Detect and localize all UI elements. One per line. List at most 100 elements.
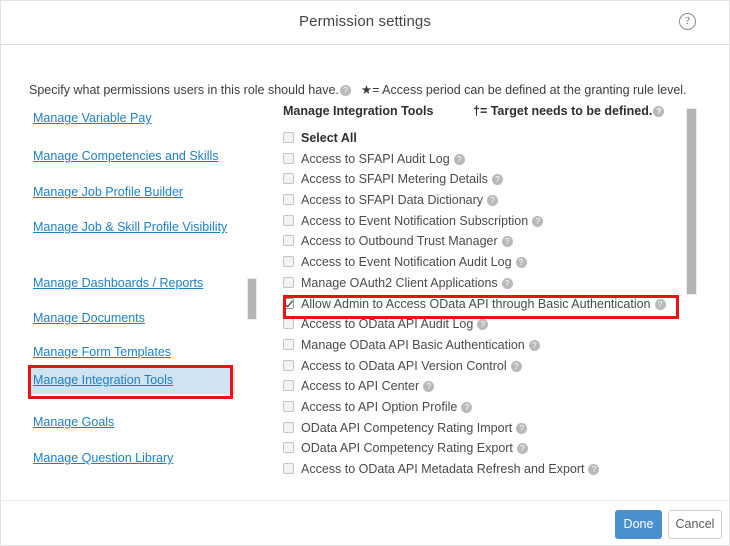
info-icon[interactable]: ? (532, 216, 543, 227)
permission-group-title: Manage Integration Tools (283, 104, 433, 118)
sidebar-item-manage-job-profile-builder[interactable]: Manage Job Profile Builder (33, 184, 233, 201)
permission-label: Select All (301, 131, 357, 145)
info-icon[interactable]: ? (588, 464, 599, 475)
info-icon[interactable]: ? (502, 278, 513, 289)
permission-row[interactable]: Access to API Option Profile? (283, 400, 683, 421)
star-note: ★= Access period can be defined at the g… (361, 83, 687, 97)
dagger-note: †= Target needs to be defined.? (473, 104, 665, 118)
sidebar-item-manage-question-library[interactable]: Manage Question Library (33, 450, 233, 467)
cancel-button[interactable]: Cancel (668, 510, 722, 539)
sidebar-item-manage-competencies-and-skills[interactable]: Manage Competencies and Skills (33, 148, 233, 165)
info-icon[interactable]: ? (477, 319, 488, 330)
permission-row[interactable]: Access to Event Notification Subscriptio… (283, 214, 683, 235)
info-icon[interactable]: ? (653, 106, 664, 117)
checkbox-unchecked[interactable] (283, 442, 294, 453)
checkbox-unchecked[interactable] (283, 153, 294, 164)
info-icon[interactable]: ? (511, 361, 522, 372)
permission-row[interactable]: Access to API Center? (283, 379, 683, 400)
permission-row[interactable]: Access to SFAPI Data Dictionary? (283, 193, 683, 214)
permission-label: Manage OAuth2 Client Applications (301, 276, 498, 290)
permission-label: Access to Outbound Trust Manager (301, 234, 498, 248)
checkbox-unchecked[interactable] (283, 277, 294, 288)
checkbox-unchecked[interactable] (283, 215, 294, 226)
sidebar-item-label: Manage Integration Tools (33, 373, 173, 387)
info-icon[interactable]: ? (492, 174, 503, 185)
checkbox-unchecked[interactable] (283, 422, 294, 433)
sidebar-item-label: Manage Documents (33, 311, 145, 325)
sidebar-scrollbar-thumb[interactable] (247, 278, 257, 320)
sidebar-item-manage-documents[interactable]: Manage Documents (33, 310, 233, 327)
dagger-note-text: †= Target needs to be defined. (473, 104, 652, 118)
checkbox-unchecked[interactable] (283, 401, 294, 412)
permission-label: Access to SFAPI Metering Details (301, 172, 488, 186)
permission-row[interactable]: Access to Outbound Trust Manager? (283, 234, 683, 255)
sidebar-item-label: Manage Form Templates (33, 345, 171, 359)
info-icon[interactable]: ? (655, 299, 666, 310)
permission-label: Access to Event Notification Subscriptio… (301, 214, 528, 228)
permission-checkbox-list: Select AllAccess to SFAPI Audit Log?Acce… (283, 131, 683, 482)
info-icon[interactable]: ? (516, 257, 527, 268)
info-icon[interactable]: ? (340, 85, 351, 96)
checkbox-checked[interactable] (283, 298, 294, 309)
info-icon[interactable]: ? (502, 236, 513, 247)
checkbox-unchecked[interactable] (283, 173, 294, 184)
permission-label: OData API Competency Rating Import (301, 421, 512, 435)
permission-row[interactable]: Manage OAuth2 Client Applications? (283, 276, 683, 297)
permission-label: Access to SFAPI Data Dictionary (301, 193, 483, 207)
sidebar-item-manage-goals[interactable]: Manage Goals (33, 414, 233, 431)
permission-label: Manage OData API Basic Authentication (301, 338, 525, 352)
help-circle-icon[interactable]: ? (679, 13, 696, 30)
intro-text: Specify what permissions users in this r… (29, 83, 339, 97)
sidebar-item-label: Manage Question Library (33, 451, 173, 465)
info-icon[interactable]: ? (454, 154, 465, 165)
permission-row[interactable]: Access to SFAPI Audit Log? (283, 152, 683, 173)
permission-row[interactable]: OData API Competency Rating Export? (283, 441, 683, 462)
permission-row[interactable]: Access to OData API Audit Log? (283, 317, 683, 338)
sidebar-item-label: Manage Dashboards / Reports (33, 276, 203, 290)
info-icon[interactable]: ? (423, 381, 434, 392)
permission-settings-dialog: Permission settings ? Specify what permi… (0, 0, 730, 546)
info-icon[interactable]: ? (516, 423, 527, 434)
permission-label: OData API Competency Rating Export (301, 441, 513, 455)
sidebar-item-manage-job-skill-profile-visibility[interactable]: Manage Job & Skill Profile Visibility (33, 219, 233, 236)
sidebar-item-label: Manage Variable Pay (33, 111, 152, 125)
permission-row[interactable]: Access to OData API Metadata Refresh and… (283, 462, 683, 482)
category-sidebar: Manage Variable Pay Manage Competencies a… (0, 100, 258, 478)
permission-row[interactable]: Access to Event Notification Audit Log? (283, 255, 683, 276)
permissions-panel: Manage Integration Tools †= Target needs… (283, 104, 683, 482)
checkbox-unchecked[interactable] (283, 235, 294, 246)
info-icon[interactable]: ? (529, 340, 540, 351)
checkbox-unchecked[interactable] (283, 360, 294, 371)
intro-description: Specify what permissions users in this r… (29, 82, 687, 97)
permission-label: Access to OData API Version Control (301, 359, 507, 373)
permission-row[interactable]: Select All (283, 131, 683, 152)
permission-row[interactable]: Allow Admin to Access OData API through … (283, 297, 683, 318)
sidebar-item-manage-dashboards-reports[interactable]: Manage Dashboards / Reports (33, 275, 233, 292)
info-icon[interactable]: ? (487, 195, 498, 206)
sidebar-item-manage-form-templates[interactable]: Manage Form Templates (33, 344, 233, 361)
permission-label: Access to API Center (301, 379, 419, 393)
permission-row[interactable]: Access to SFAPI Metering Details? (283, 172, 683, 193)
checkbox-unchecked[interactable] (283, 318, 294, 329)
dialog-footer: Done Cancel (0, 500, 730, 546)
checkbox-unchecked[interactable] (283, 194, 294, 205)
checkbox-unchecked[interactable] (283, 132, 294, 143)
checkbox-unchecked[interactable] (283, 256, 294, 267)
permission-label: Access to SFAPI Audit Log (301, 152, 450, 166)
permissions-scrollbar-thumb[interactable] (686, 108, 697, 295)
sidebar-item-manage-variable-pay[interactable]: Manage Variable Pay (33, 110, 233, 127)
done-button[interactable]: Done (615, 510, 662, 539)
checkbox-unchecked[interactable] (283, 339, 294, 350)
page-title: Permission settings (0, 13, 730, 30)
sidebar-item-label: Manage Job Profile Builder (33, 185, 183, 199)
sidebar-item-manage-integration-tools[interactable]: Manage Integration Tools (31, 368, 235, 394)
permission-label: Access to Event Notification Audit Log (301, 255, 512, 269)
permission-row[interactable]: OData API Competency Rating Import? (283, 421, 683, 442)
checkbox-unchecked[interactable] (283, 380, 294, 391)
permission-row[interactable]: Access to OData API Version Control? (283, 359, 683, 380)
info-icon[interactable]: ? (517, 443, 528, 454)
checkbox-unchecked[interactable] (283, 463, 294, 474)
info-icon[interactable]: ? (461, 402, 472, 413)
permission-label: Access to API Option Profile (301, 400, 457, 414)
permission-row[interactable]: Manage OData API Basic Authentication? (283, 338, 683, 359)
